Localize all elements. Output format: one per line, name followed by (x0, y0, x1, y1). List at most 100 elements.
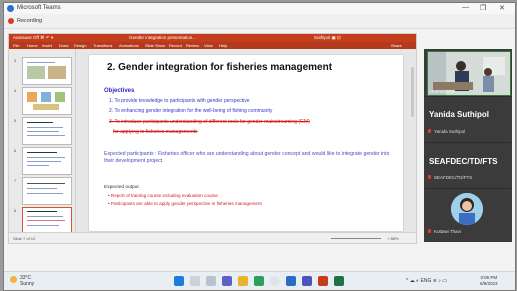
tile-divider (425, 188, 511, 189)
window-titlebar: Microsoft Teams — ❐ ✕ (4, 3, 515, 14)
thumb-image (41, 92, 51, 102)
teams-app-icon (7, 5, 14, 12)
thumb-line (27, 216, 63, 217)
slide-number: 4 (14, 88, 17, 93)
close-button[interactable]: ✕ (499, 4, 505, 12)
objective-continuation: for applying to fisheries managements (113, 129, 198, 135)
clock[interactable]: 3:06 PM 6/9/2023 (480, 275, 498, 287)
avatar-photo (451, 193, 483, 225)
participant-label: Yanida Suthipol (434, 129, 466, 134)
zoom-level[interactable]: + 88% (387, 236, 398, 241)
autosave-toggle[interactable]: Autosave Off ⌘ ↶ ▾ (13, 35, 53, 41)
thumb-image (33, 104, 59, 110)
slide-canvas: 2. Gender integration for fisheries mana… (76, 49, 416, 232)
shared-screen: Autosave Off ⌘ ↶ ▾ Gender integration pr… (8, 33, 417, 244)
participant-name: Yanida Suthipol (429, 110, 490, 119)
clock-date: 6/9/2023 (480, 281, 498, 286)
chrome-icon[interactable] (270, 276, 280, 286)
video-name-label: SEAFDEC/TD (429, 89, 455, 94)
minimize-button[interactable]: — (462, 4, 469, 11)
powerpoint-statusbar: Slide 7 of 10 + 88% (9, 232, 416, 243)
ribbon-tab-help[interactable]: Help (219, 43, 227, 48)
thumb-image (27, 92, 37, 102)
ribbon-tab-file[interactable]: File (13, 43, 19, 48)
mic-off-icon (428, 129, 431, 133)
thumb-image (27, 66, 45, 79)
thumb-line (27, 165, 49, 166)
powerpoint-icon[interactable] (318, 276, 328, 286)
ribbon-tab-view[interactable]: View (204, 43, 213, 48)
expected-output-item: • Participants are able to apply gender … (108, 201, 262, 206)
slide-thumbnail[interactable]: 3 (14, 57, 72, 85)
thumb-line (27, 131, 59, 132)
maximize-button[interactable]: ❐ (480, 4, 486, 12)
start-menu-icon[interactable] (174, 276, 184, 286)
word-icon[interactable] (286, 276, 296, 286)
participant-label: Kottawi Thavi (434, 229, 461, 234)
search-icon[interactable] (190, 276, 200, 286)
current-slide[interactable]: 2. Gender integration for fisheries mana… (89, 55, 403, 231)
slide-counter: Slide 7 of 10 (13, 236, 36, 241)
powerpoint-titlebar: Autosave Off ⌘ ↶ ▾ Gender integration pr… (9, 34, 416, 42)
excel-icon[interactable] (334, 276, 344, 286)
participant-label: SEAFDEC/TD/FTS (434, 175, 473, 180)
tile-divider (425, 96, 511, 97)
objective-item: 2. To enhancing gender integration for t… (109, 108, 273, 114)
thumb-line (27, 161, 61, 162)
ribbon-tab-animations[interactable]: Animations (119, 43, 139, 48)
task-view-icon[interactable] (206, 276, 216, 286)
slide-number: 8 (14, 208, 17, 213)
windows-taskbar: 33°C Sunny ^ ☁ ◐ ENG ≋ ♪ ▭ 3:06 PM 6/9/2… (4, 271, 515, 290)
ribbon-tab-insert[interactable]: Insert (42, 43, 52, 48)
objective-item-struck: 3. To introduce participants understandi… (109, 119, 310, 125)
weather-widget[interactable]: 33°C Sunny (10, 275, 34, 287)
expected-participants: Expected participants : Fisheries office… (104, 151, 390, 164)
tile-divider (425, 142, 511, 143)
slide-number: 7 (14, 178, 17, 183)
slide-thumbnail[interactable]: 7 (14, 177, 72, 205)
teams-icon[interactable] (302, 276, 312, 286)
mic-off-icon (428, 229, 431, 233)
slide-thumbnail-pane: 3 4 5 6 7 8 (9, 49, 76, 235)
slide-thumbnail-selected[interactable]: 8 (14, 207, 72, 235)
ribbon-tab-draw[interactable]: Draw (59, 43, 68, 48)
system-tray-icons[interactable]: ^ ☁ ◐ ENG ≋ ♪ ▭ (406, 278, 447, 284)
sun-icon (10, 276, 17, 283)
teams-window: Microsoft Teams — ❐ ✕ Recording Autosave… (3, 2, 516, 291)
powerpoint-doc-title: Gender integration presentation... (129, 35, 197, 40)
window-title: Microsoft Teams (17, 5, 61, 11)
slide-scrollbar[interactable] (411, 67, 414, 117)
thumb-line (27, 135, 65, 136)
thumb-line (27, 122, 53, 123)
expected-output-item: • Report of training course including ev… (108, 193, 218, 198)
edge-icon[interactable] (254, 276, 264, 286)
zoom-slider[interactable] (331, 238, 381, 239)
slide-title: 2. Gender integration for fisheries mana… (107, 62, 333, 73)
ribbon-tab-slideshow[interactable]: Slide Show (145, 43, 165, 48)
ribbon-tab-review[interactable]: Review (186, 43, 199, 48)
ribbon-tabs: File Home Insert Draw Design Transitions… (9, 42, 416, 49)
ribbon-tab-home[interactable]: Home (27, 43, 38, 48)
ribbon-tab-design[interactable]: Design (74, 43, 86, 48)
ribbon-tab-record[interactable]: Record (169, 43, 182, 48)
slide-thumbnail[interactable]: 4 (14, 87, 72, 115)
ribbon-tab-transitions[interactable]: Transitions (93, 43, 112, 48)
chat-icon[interactable] (222, 276, 232, 286)
slide-thumbnail[interactable]: 6 (14, 147, 72, 175)
thumb-line (27, 193, 63, 194)
share-button[interactable]: Share (391, 43, 402, 48)
thumb-line (27, 183, 65, 184)
file-explorer-icon[interactable] (238, 276, 248, 286)
thumb-line (27, 127, 63, 128)
expected-output-heading: Expected output (104, 185, 139, 190)
recording-bar: Recording (4, 14, 515, 29)
thumb-line (27, 188, 57, 189)
mic-off-icon (428, 175, 431, 179)
objective-item: 1. To provide knowledge to participants … (109, 98, 250, 104)
recording-dot-icon (8, 18, 14, 24)
powerpoint-account[interactable]: Suthipol ▣ ⊡ (314, 35, 341, 41)
avatar[interactable] (451, 193, 483, 225)
slide-thumbnail[interactable]: 5 (14, 117, 72, 145)
slide-number: 3 (14, 58, 17, 63)
thumb-line (27, 157, 65, 158)
